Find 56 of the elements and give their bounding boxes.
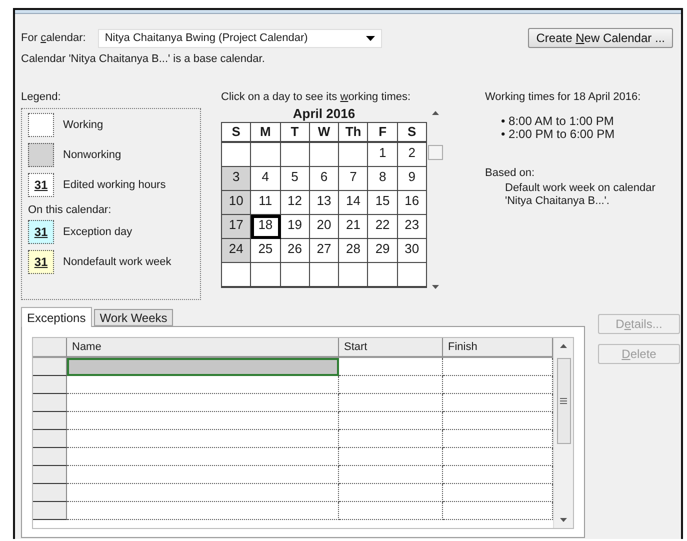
- day-cell[interactable]: 22: [368, 215, 398, 239]
- working-time: • 2:00 PM to 6:00 PM: [501, 128, 616, 141]
- day-cell[interactable]: 16: [398, 191, 427, 215]
- day-cell[interactable]: 2: [398, 143, 427, 167]
- day-cell[interactable]: 11: [251, 191, 281, 215]
- day-cell[interactable]: 26: [280, 239, 310, 263]
- tab[interactable]: Exceptions: [21, 307, 92, 327]
- create-new-calendar-button[interactable]: Create New Calendar ...: [528, 28, 673, 48]
- column-header: Name: [67, 338, 339, 358]
- calendar-prompt: Click on a day to see its working times:: [221, 91, 412, 103]
- column-header: Finish: [443, 338, 553, 358]
- legend-text: Edited working hours: [63, 179, 166, 191]
- legend-text: Nonworking: [63, 149, 122, 161]
- day-cell[interactable]: 3: [222, 167, 252, 191]
- day-cell[interactable]: 4: [251, 167, 281, 191]
- day-cell[interactable]: 17: [222, 215, 252, 239]
- legend-text: Working: [63, 119, 104, 131]
- base-calendar-note: Calendar 'Nitya Chaitanya B...' is a base calendar.: [21, 53, 265, 65]
- working-times-title: Working times for 18 April 2016:: [485, 91, 642, 103]
- day-cell[interactable]: 15: [368, 191, 398, 215]
- day-cell[interactable]: 20: [310, 215, 340, 239]
- day-cell[interactable]: 10: [222, 191, 252, 215]
- day-cell[interactable]: 5: [280, 167, 310, 191]
- based-on-label: Based on:: [485, 167, 536, 179]
- legend-swatch: 31: [28, 220, 54, 244]
- day-cell[interactable]: 13: [310, 191, 340, 215]
- day-cell[interactable]: 9: [398, 167, 427, 191]
- day-cell[interactable]: 18: [251, 215, 281, 239]
- day-cell[interactable]: 29: [368, 239, 398, 263]
- month-title: April 2016: [292, 105, 356, 122]
- day-cell[interactable]: 6: [310, 167, 340, 191]
- day-cell[interactable]: 19: [280, 215, 310, 239]
- day-cell[interactable]: 23: [398, 215, 427, 239]
- day-cell[interactable]: 8: [368, 167, 398, 191]
- for-calendar-label: For calendar:: [21, 32, 86, 44]
- legend-text: Exception day: [63, 226, 132, 238]
- legend-swatch: 31: [28, 250, 54, 274]
- legend-subheading: On this calendar:: [28, 204, 112, 216]
- day-cell[interactable]: 7: [339, 167, 368, 191]
- day-cell[interactable]: 30: [398, 239, 427, 263]
- column-header: Start: [339, 338, 443, 358]
- legend-swatch: 31: [28, 173, 54, 197]
- based-on-text: Default work week on calendar 'Nitya Chaitanya B...'.: [505, 182, 656, 208]
- day-cell[interactable]: 27: [310, 239, 340, 263]
- day-cell[interactable]: 24: [222, 239, 252, 263]
- day-cell[interactable]: 21: [339, 215, 368, 239]
- working-time: • 8:00 AM to 1:00 PM: [501, 115, 615, 128]
- day-cell[interactable]: 28: [339, 239, 368, 263]
- calendar-dropdown[interactable]: Nitya Chaitanya Bwing (Project Calendar): [98, 28, 382, 48]
- day-cell[interactable]: 25: [251, 239, 281, 263]
- tab[interactable]: Work Weeks: [94, 309, 174, 326]
- day-cell[interactable]: 14: [339, 191, 368, 215]
- day-cell[interactable]: 1: [368, 143, 398, 167]
- day-cell[interactable]: 12: [280, 191, 310, 215]
- legend-label: Legend:: [21, 91, 62, 103]
- legend-text: Nondefault work week: [63, 256, 172, 268]
